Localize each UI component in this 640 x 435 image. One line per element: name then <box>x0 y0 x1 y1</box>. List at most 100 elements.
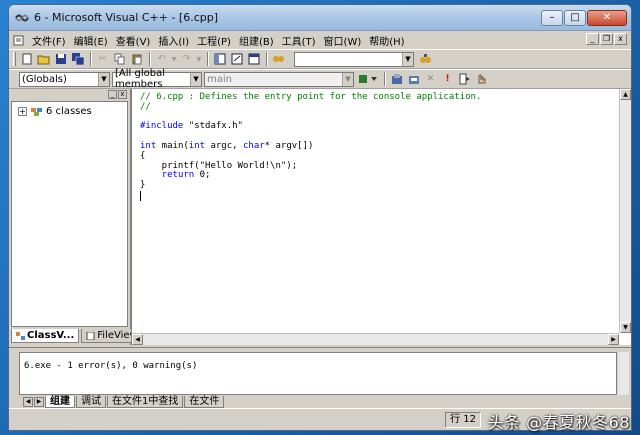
mdi-minimize-button[interactable]: _ <box>586 33 599 45</box>
scope-value: (Globals) <box>22 73 67 85</box>
tab-debug[interactable]: 调试 <box>76 396 106 408</box>
toolbar-separator <box>149 52 151 66</box>
members-value: [All global members <box>115 68 165 90</box>
editor-vertical-scrollbar[interactable]: ▲ ▼ <box>619 89 631 333</box>
compile-icon[interactable] <box>389 72 404 86</box>
scroll-right-icon[interactable]: ▶ <box>608 334 619 345</box>
tab-scroll-left-icon[interactable]: ◀ <box>23 397 33 407</box>
mdi-close-button[interactable]: x <box>614 33 627 45</box>
maximize-button[interactable]: □ <box>564 9 586 26</box>
output-panel: 6.exe - 1 error(s), 0 warning(s) <box>19 352 617 395</box>
title-bar[interactable]: 6 - Microsoft Visual C++ - [6.cpp] – □ ✕ <box>9 5 631 31</box>
menu-help[interactable]: 帮助(H) <box>365 33 408 48</box>
menu-build[interactable]: 组建(B) <box>235 33 278 48</box>
workspace-window-icon[interactable] <box>212 52 227 66</box>
find-combo[interactable]: ▼ <box>294 51 414 67</box>
code-token: printf("Hello World!\n"); <box>140 160 298 171</box>
minimize-button[interactable]: – <box>541 9 563 26</box>
menu-window[interactable]: 窗口(W) <box>320 33 366 48</box>
build-icon[interactable] <box>406 72 421 86</box>
toolbar-grip[interactable] <box>13 52 16 66</box>
new-file-icon[interactable] <box>19 52 34 66</box>
members-combo[interactable]: [All global members ▼ <box>112 68 202 90</box>
scroll-up-icon[interactable]: ▲ <box>620 89 631 100</box>
paste-icon[interactable] <box>129 52 144 66</box>
output-grip[interactable] <box>11 352 17 395</box>
stop-build-icon[interactable]: ✕ <box>423 72 438 86</box>
find-icon[interactable] <box>418 52 433 66</box>
save-icon[interactable] <box>53 52 68 66</box>
menu-file[interactable]: 文件(F) <box>28 33 70 48</box>
code-line[interactable]: printf("Hello World!\n"); <box>140 160 615 172</box>
workspace-close-button[interactable]: x <box>118 90 127 99</box>
function-combo[interactable]: main ▼ <box>204 71 354 87</box>
code-keyword: char <box>242 140 265 151</box>
redo-icon[interactable]: ↷ <box>179 52 194 66</box>
watermark-text: 头条 @春夏秋冬68 <box>487 413 630 432</box>
chevron-down-icon[interactable]: ▼ <box>342 72 353 86</box>
undo-dropdown-icon[interactable]: ▼ <box>171 52 177 66</box>
code-comment: // <box>140 101 151 112</box>
standard-toolbar: ✂ ↶ ▼ ↷ ▼ ▼ <box>9 49 631 69</box>
chevron-down-icon[interactable]: ▼ <box>98 72 109 86</box>
execute-icon[interactable]: ! <box>440 72 455 86</box>
toolbar-separator <box>207 52 209 66</box>
find-in-files-icon[interactable] <box>271 52 286 66</box>
tab-scroll-right-icon[interactable]: ▶ <box>34 397 44 407</box>
code-keyword: int <box>140 140 157 151</box>
breakpoint-icon[interactable] <box>474 72 489 86</box>
toolbar-separator <box>384 72 386 86</box>
cut-icon[interactable]: ✂ <box>95 52 110 66</box>
menu-bar: 文件(F) 编辑(E) 查看(V) 插入(I) 工程(P) 组建(B) 工具(T… <box>9 31 631 49</box>
output-window-icon[interactable] <box>229 52 244 66</box>
menu-project[interactable]: 工程(P) <box>193 33 235 48</box>
code-text[interactable]: // 6.cpp : Defines the entry point for t… <box>140 92 615 331</box>
code-line[interactable] <box>140 190 615 201</box>
scroll-down-icon[interactable]: ▼ <box>620 322 631 333</box>
output-message: 6.exe - 1 error(s), 0 warning(s) <box>24 361 198 371</box>
tree-item-label: 6 classes <box>46 106 92 117</box>
code-line[interactable]: int main(int argc, char* argv[]) <box>140 140 615 152</box>
output-vertical-scrollbar[interactable] <box>618 352 629 395</box>
scroll-left-icon[interactable]: ◀ <box>132 334 143 345</box>
code-editor[interactable]: // 6.cpp : Defines the entry point for t… <box>131 89 631 345</box>
menu-insert[interactable]: 插入(I) <box>154 33 193 48</box>
menu-edit[interactable]: 编辑(E) <box>70 33 112 48</box>
redo-dropdown-icon[interactable]: ▼ <box>196 52 202 66</box>
code-token: { <box>140 150 146 161</box>
tree-item[interactable]: + 6 classes <box>12 102 127 121</box>
code-token: argc, <box>205 140 243 151</box>
window-list-icon[interactable] <box>246 52 261 66</box>
go-icon[interactable] <box>457 72 472 86</box>
code-line[interactable]: } <box>140 180 615 191</box>
tab-class-view[interactable]: ClassV... <box>11 329 80 343</box>
workspace-restore-button[interactable]: _ <box>108 90 117 99</box>
tab-build[interactable]: 组建 <box>45 396 75 408</box>
chevron-down-icon[interactable]: ▼ <box>190 72 201 86</box>
open-folder-icon[interactable] <box>36 52 51 66</box>
close-button[interactable]: ✕ <box>587 9 627 26</box>
code-line[interactable]: // <box>140 101 615 113</box>
wizard-action-icon[interactable] <box>357 72 379 86</box>
menu-view[interactable]: 查看(V) <box>112 33 155 48</box>
scope-combo[interactable]: (Globals) ▼ <box>19 71 110 87</box>
tab-find-in-files-1[interactable]: 在文件1中查找 <box>107 396 184 408</box>
editor-horizontal-scrollbar[interactable]: ◀ ▶ <box>132 333 619 345</box>
class-view-icon <box>16 331 25 340</box>
code-line[interactable]: #include "stdafx.h" <box>140 121 615 132</box>
chevron-down-icon[interactable]: ▼ <box>402 52 413 66</box>
copy-icon[interactable] <box>112 52 127 66</box>
save-all-icon[interactable] <box>70 52 85 66</box>
code-line[interactable]: // 6.cpp : Defines the entry point for t… <box>140 92 615 103</box>
menu-tools[interactable]: 工具(T) <box>278 33 320 48</box>
tab-find-in-files-2[interactable]: 在文件 <box>184 396 225 408</box>
code-token: main( <box>156 140 189 151</box>
mdi-restore-button[interactable]: ❐ <box>600 33 613 45</box>
undo-icon[interactable]: ↶ <box>154 52 169 66</box>
tab-class-view-label: ClassV... <box>27 330 75 341</box>
code-line[interactable]: return 0; <box>140 170 615 181</box>
workspace-pane: _ x + 6 classes ClassV... FileView <box>9 89 143 345</box>
expand-icon[interactable]: + <box>18 107 27 116</box>
function-value: main <box>207 73 232 85</box>
